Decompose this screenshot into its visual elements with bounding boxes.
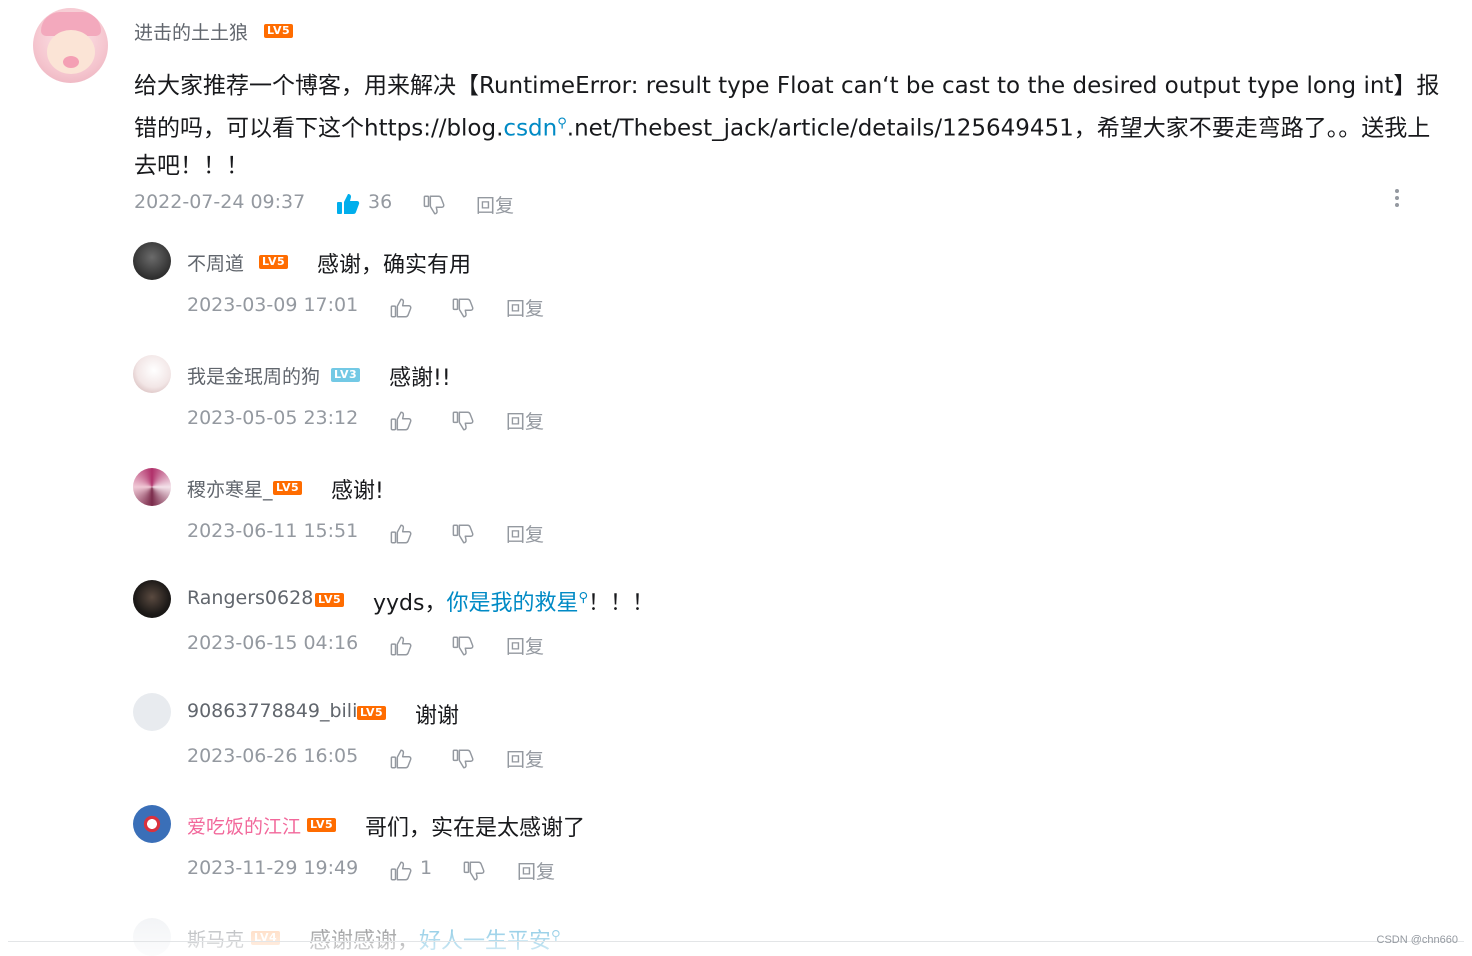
reply-avatar[interactable]: [133, 242, 171, 280]
reply-button[interactable]: 回复: [506, 745, 544, 772]
main-comment-text: 给大家推荐一个博客，用来解决【RuntimeError: result type…: [134, 68, 1444, 185]
reply-time: 2023-05-05 23:12: [187, 407, 359, 429]
reply-text-main: 哥们，实在是太感谢了: [365, 816, 586, 841]
thumbs-down-icon[interactable]: [452, 410, 474, 432]
reply-level-badge: LV5: [273, 481, 303, 495]
reply-time: 2023-06-11 15:51: [187, 520, 359, 542]
thumbs-up-icon[interactable]: [390, 635, 412, 657]
reply-avatar[interactable]: [133, 805, 171, 843]
thumbs-up-icon[interactable]: [390, 297, 412, 319]
main-commenter-avatar[interactable]: [33, 8, 108, 83]
reply-button[interactable]: 回复: [506, 294, 544, 321]
reply-text-main: 感谢!: [331, 479, 384, 504]
reply-button[interactable]: 回复: [517, 857, 555, 884]
reply-text: 感谢，确实有用: [317, 247, 471, 279]
reply-avatar[interactable]: [133, 468, 171, 506]
reply-username[interactable]: Rangers0628: [187, 587, 313, 609]
reply-text: 感謝!!: [389, 360, 451, 392]
thumbs-down-icon[interactable]: [463, 860, 485, 882]
reply-level-badge: LV4: [251, 931, 281, 945]
reply-time: 2023-03-09 17:01: [187, 294, 359, 316]
watermark: CSDN @chn660: [1376, 934, 1458, 946]
reply-button[interactable]: 回复: [506, 632, 544, 659]
main-reply-button[interactable]: 回复: [476, 191, 514, 218]
main-commenter-name[interactable]: 进击的土土狼: [134, 18, 248, 45]
avatar-nose: [63, 56, 79, 68]
reply-time: 2023-06-26 16:05: [187, 745, 359, 767]
search-icon: ⚲: [557, 116, 567, 131]
reply-level-badge: LV5: [315, 593, 345, 607]
reply-link[interactable]: 你是我的救星: [446, 591, 578, 616]
thumbs-up-icon[interactable]: [336, 193, 360, 215]
reply-avatar[interactable]: [133, 693, 171, 731]
bottom-divider: [8, 941, 1464, 942]
reply-button[interactable]: 回复: [506, 407, 544, 434]
reply-time: 2023-06-15 04:16: [187, 632, 359, 654]
reply-level-badge: LV5: [307, 818, 337, 832]
reply-username[interactable]: 90863778849_bili: [187, 700, 357, 722]
reply-username[interactable]: 我是金珉周的狗: [187, 362, 320, 389]
reply-button[interactable]: 回复: [506, 520, 544, 547]
thumbs-up-icon[interactable]: [390, 523, 412, 545]
main-commenter-level-badge: LV5: [264, 24, 294, 38]
thumbs-down-icon[interactable]: [452, 297, 474, 319]
reply-text: 感谢!: [331, 473, 384, 505]
thumbs-down-icon[interactable]: [423, 194, 445, 216]
reply-text-main: yyds，: [373, 591, 447, 616]
reply-level-badge: LV5: [259, 255, 289, 269]
reply-text: 哥们，实在是太感谢了: [365, 810, 585, 842]
reply-level-badge: LV3: [331, 368, 361, 382]
reply-time: 2023-11-29 19:49: [187, 857, 359, 879]
reply-text-suffix: ！！！: [588, 591, 655, 616]
main-comment-time: 2022-07-24 09:37: [134, 191, 306, 213]
reply-avatar[interactable]: [133, 918, 171, 956]
thumbs-down-icon[interactable]: [452, 523, 474, 545]
thumbs-down-icon[interactable]: [452, 635, 474, 657]
reply-text: 感谢感谢，好人一生平安⚲: [309, 923, 561, 955]
reply-username[interactable]: 不周道: [187, 249, 244, 276]
reply-text-main: 感謝!!: [389, 366, 451, 391]
reply-username[interactable]: 稷亦寒星_: [187, 475, 273, 502]
reply-username[interactable]: 爱吃饭的江江: [187, 812, 301, 839]
reply-text: 谢谢: [415, 698, 459, 730]
reply-like-count: 1: [420, 857, 433, 879]
thumbs-up-icon[interactable]: [390, 860, 412, 882]
main-comment-link[interactable]: csdn: [503, 116, 557, 142]
reply-avatar[interactable]: [133, 580, 171, 618]
reply-avatar[interactable]: [133, 355, 171, 393]
thumbs-up-icon[interactable]: [390, 410, 412, 432]
reply-level-badge: LV5: [357, 706, 387, 720]
more-icon[interactable]: [1392, 189, 1402, 209]
reply-text: yyds，你是我的救星⚲！！！: [373, 585, 654, 617]
search-icon: ⚲: [578, 590, 589, 606]
reply-username[interactable]: 斯马克: [187, 925, 244, 952]
reply-text-main: 感谢，确实有用: [317, 253, 472, 278]
reply-text-main: 谢谢: [415, 704, 460, 729]
main-like-count: 36: [368, 191, 393, 213]
thumbs-down-icon[interactable]: [452, 748, 474, 770]
thumbs-up-icon[interactable]: [390, 748, 412, 770]
